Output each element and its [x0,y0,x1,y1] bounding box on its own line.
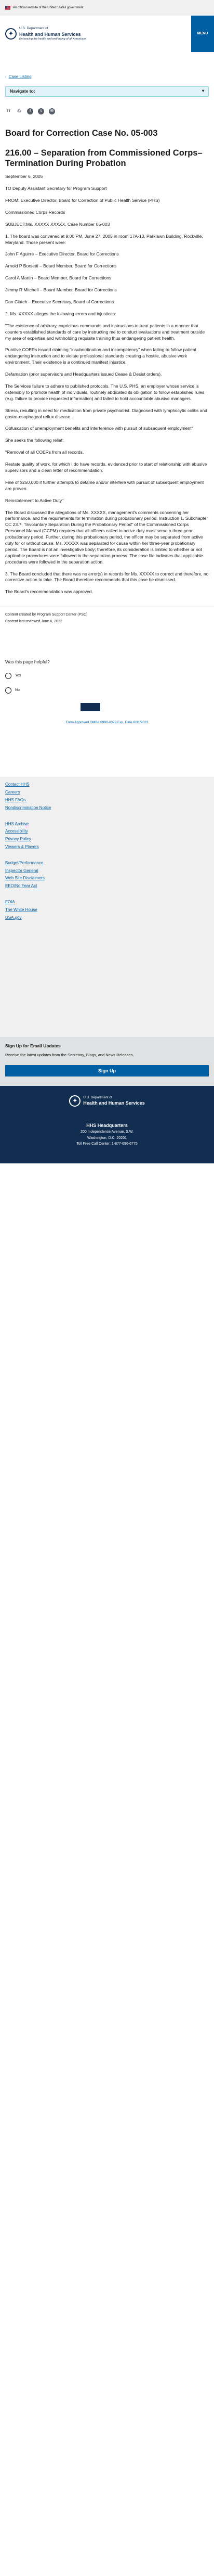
omb-link[interactable]: Form Approved OMB# 0990-0379 Exp. Date 8… [66,721,149,724]
footer-link[interactable]: HHS FAQs [5,798,209,803]
hq-title: HHS Headquarters [86,1122,128,1128]
content-paragraph: September 6, 2005 [5,174,43,180]
footer-link[interactable]: FOIA [5,900,209,905]
radio-button[interactable] [5,672,11,679]
content-paragraph: She seeks the following relief: [5,438,64,443]
content-paragraph: TO Deputy Assistant Secretary for Progra… [5,186,107,191]
footer-link-group: Contact HHS Careers HHS FAQs Nondiscriminat… [5,782,209,811]
content-paragraph: The Board discussed the allegations of M… [5,509,208,565]
email-updates-text: Receive the latest updates from the Secr… [5,1052,134,1057]
print-icon[interactable]: ⎙ [16,108,22,114]
navigate-to-label: Navigate to: [10,88,35,94]
facebook-icon[interactable]: f [27,108,33,114]
share-toolbar: Tᴛ ⎙ f t ✉ [0,97,214,118]
content-paragraph: FROM: Executive Director, Board for Corr… [5,197,160,203]
footer-hhs-logo[interactable]: ✦ U.S. Department of Health and Human Se… [5,1095,209,1107]
email-updates-title: Sign Up for Email Updates [5,1043,61,1049]
page-subtitle: 216.00 – Separation from Commissioned Co… [5,148,203,169]
content-paragraph: Obfuscation of unemployment benefits and… [5,426,193,431]
twitter-icon[interactable]: t [38,108,44,114]
content-paragraph: 3. The Board concluded that there was no… [5,571,209,583]
hhs-eagle-icon: ✦ [69,1095,81,1107]
content-paragraph: Commissioned Corps Records [5,209,65,215]
feedback-no-option[interactable]: No [5,687,209,694]
case-content: September 6, 2005 TO Deputy Assistant Sec… [0,169,214,595]
content-paragraph: John F Aguirre – Executive Director, Boa… [5,251,119,257]
footer-link[interactable]: HHS Archive [5,822,209,827]
footer-link[interactable]: Contact HHS [5,782,209,788]
content-paragraph: Restate quality of work, for which I do … [5,462,207,473]
content-paragraph: Stress, resulting in need for medication… [5,407,207,419]
content-paragraph: Carol A Martin – Board Member, Board for… [5,275,112,281]
content-paragraph: 1. The board was convened at 9:00 PM, Ju… [5,233,203,245]
toll-free-number: Toll Free Call Center: 1-877-696-6775 [76,1142,138,1146]
footer-link-group: FOIA The White House USA.gov [5,900,209,920]
footer-link[interactable]: Viewers & Players [5,844,209,850]
footer-link-group: Budget/Performance Inspector General Web S… [5,861,209,889]
feedback-form: Was this page helpful? Yes No Form Appro… [0,625,214,725]
navigate-to-dropdown[interactable]: Navigate to: ▾ [5,86,209,97]
radio-button[interactable] [5,687,11,694]
footer-link[interactable]: Budget/Performance [5,861,209,866]
footer-link[interactable]: Privacy Policy [5,837,209,842]
footer-link[interactable]: The White House [5,907,209,913]
hhs-eagle-icon: ✦ [5,28,17,40]
footer-link[interactable]: Web Site Disclaimers [5,876,209,881]
content-paragraph: "The existence of arbitrary, capricious … [5,323,205,341]
content-created: Content created by Program Support Cente… [5,613,88,617]
gov-banner-text: An official website of the United States… [13,6,84,9]
case-listing-label[interactable]: Case Listing [9,74,32,80]
page-title: Board for Correction Case No. 05-003 [5,128,158,138]
content-paragraph: Defamation (prior supervisors and Headqu… [5,371,162,377]
site-footer: ✦ U.S. Department of Health and Human Se… [0,1085,214,1163]
email-updates: Sign Up for Email Updates Receive the la… [0,1037,214,1086]
content-last-reviewed: Content last reviewed June 6, 2022 [5,619,62,623]
feedback-yes-option[interactable]: Yes [5,672,209,679]
content-paragraph: The Board's recommendation was approved. [5,589,93,595]
content-paragraph: The Services failure to adhere to publis… [5,383,205,401]
content-paragraph: Jimmy R Mitchell – Board Member, Board f… [5,287,117,293]
email-icon[interactable]: ✉ [49,108,55,114]
footer-links: Contact HHS Careers HHS FAQs Nondiscriminat… [0,777,214,1037]
hhs-logo[interactable]: ✦ U.S. Department of Health and Human Se… [5,27,86,41]
chevron-down-icon: ▾ [202,88,204,94]
content-paragraph: Dan Clutch – Executive Secretary, Board … [5,299,114,304]
chevron-left-icon: ‹ [5,74,7,79]
footer-link[interactable]: Nondiscrimination Notice [5,805,209,811]
hq-address-line2: Washington, D.C. 20201 [87,1136,127,1140]
footer-link-group: HHS Archive Accessibility Privacy Policy Vi… [5,822,209,850]
content-paragraph: 2. Ms. XXXXX alleges the following error… [5,311,116,316]
content-meta: Content created by Program Support Cente… [0,607,214,624]
footer-link[interactable]: Careers [5,790,209,796]
feedback-question: Was this page helpful? [5,659,50,665]
footer-link[interactable]: USA.gov [5,915,209,921]
footer-link[interactable]: Accessibility [5,829,209,835]
content-paragraph: Arnold P Borsetti – Board Member, Board … [5,263,117,269]
hq-address-line1: 200 Independence Avenue, S.W. [81,1130,133,1134]
us-flag-icon [5,6,10,10]
site-header: ✦ U.S. Department of Health and Human Se… [0,16,214,52]
content-paragraph: Reinstatement to Active Duty" [5,497,64,503]
feedback-submit-button[interactable] [81,702,100,711]
content-paragraph: "Removal of all COERs from all records. [5,450,84,455]
content-paragraph: Fine of $250,000 if further attempts to … [5,479,204,491]
sign-up-button[interactable]: Sign Up [5,1065,209,1076]
footer-link[interactable]: Inspector General [5,868,209,874]
content-paragraph: SUBJECT:Ms. XXXXX XXXXX, Case Number 05-… [5,221,110,227]
footer-link[interactable]: EEO/No Fear Act [5,883,209,889]
gov-banner: An official website of the United States… [0,0,214,16]
content-paragraph: Punitive COERs issued claiming "insubord… [5,347,196,365]
text-size-icon[interactable]: Tᴛ [5,108,11,114]
menu-button[interactable]: MENU [191,16,214,52]
case-listing-link[interactable]: ‹ Case Listing [0,52,214,80]
